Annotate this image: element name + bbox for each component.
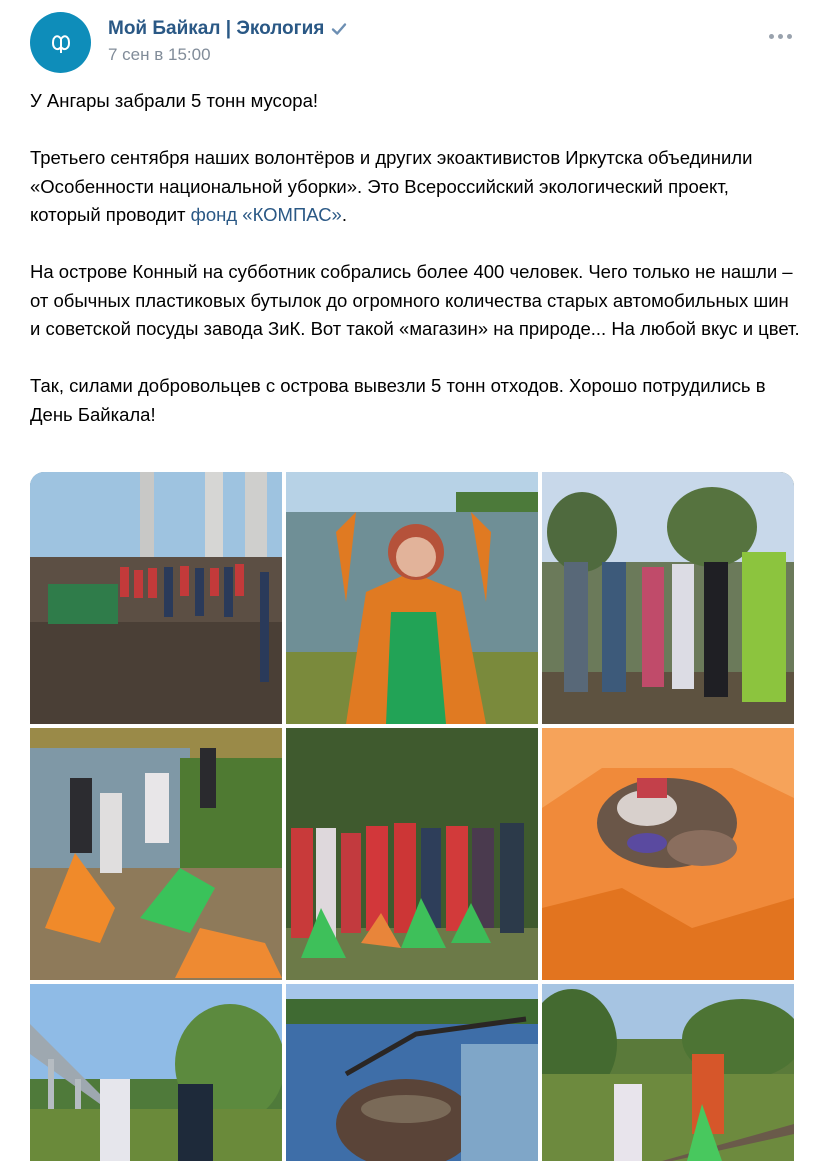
photo-group-with-bags[interactable] — [286, 728, 538, 980]
photo-bridge-and-volunteers[interactable] — [30, 984, 282, 1161]
more-dots-icon[interactable] — [769, 34, 792, 39]
post-paragraph-1: Третьего сентября наших волонтёров и дру… — [30, 147, 753, 225]
photo-grid — [30, 472, 794, 1161]
checkmark-verified-icon — [332, 23, 347, 35]
photo-collecting-by-river[interactable] — [30, 728, 282, 980]
photo-woman-orange-jacket[interactable] — [286, 472, 538, 724]
photo-orange-bag-trash[interactable] — [542, 728, 794, 980]
leaf-logo-icon — [51, 34, 70, 53]
post-paragraph-3: Так, силами добровольцев с острова вывез… — [30, 375, 766, 425]
photo-volunteers-under-bridge[interactable] — [30, 472, 282, 724]
post-date[interactable]: 7 сен в 15:00 — [108, 45, 211, 65]
photo-volunteers-on-rails[interactable] — [542, 984, 794, 1161]
kompas-fund-link[interactable]: фонд «КОМПАС» — [191, 204, 342, 225]
community-name[interactable]: Мой Байкал | Экология — [108, 18, 348, 40]
post-paragraph-2: На острове Конный на субботник собрались… — [30, 261, 800, 339]
photo-group-by-trees[interactable] — [542, 472, 794, 724]
community-avatar[interactable] — [30, 12, 91, 73]
post-title-line: У Ангары забрали 5 тонн мусора! — [30, 90, 319, 111]
photo-old-kettle[interactable] — [286, 984, 538, 1161]
community-name-text[interactable]: Мой Байкал | Экология — [108, 18, 324, 40]
post-text: У Ангары забрали 5 тонн мусора! Третьего… — [30, 87, 800, 429]
wall-post: Мой Байкал | Экология 7 сен в 15:00 У Ан… — [0, 0, 824, 1161]
